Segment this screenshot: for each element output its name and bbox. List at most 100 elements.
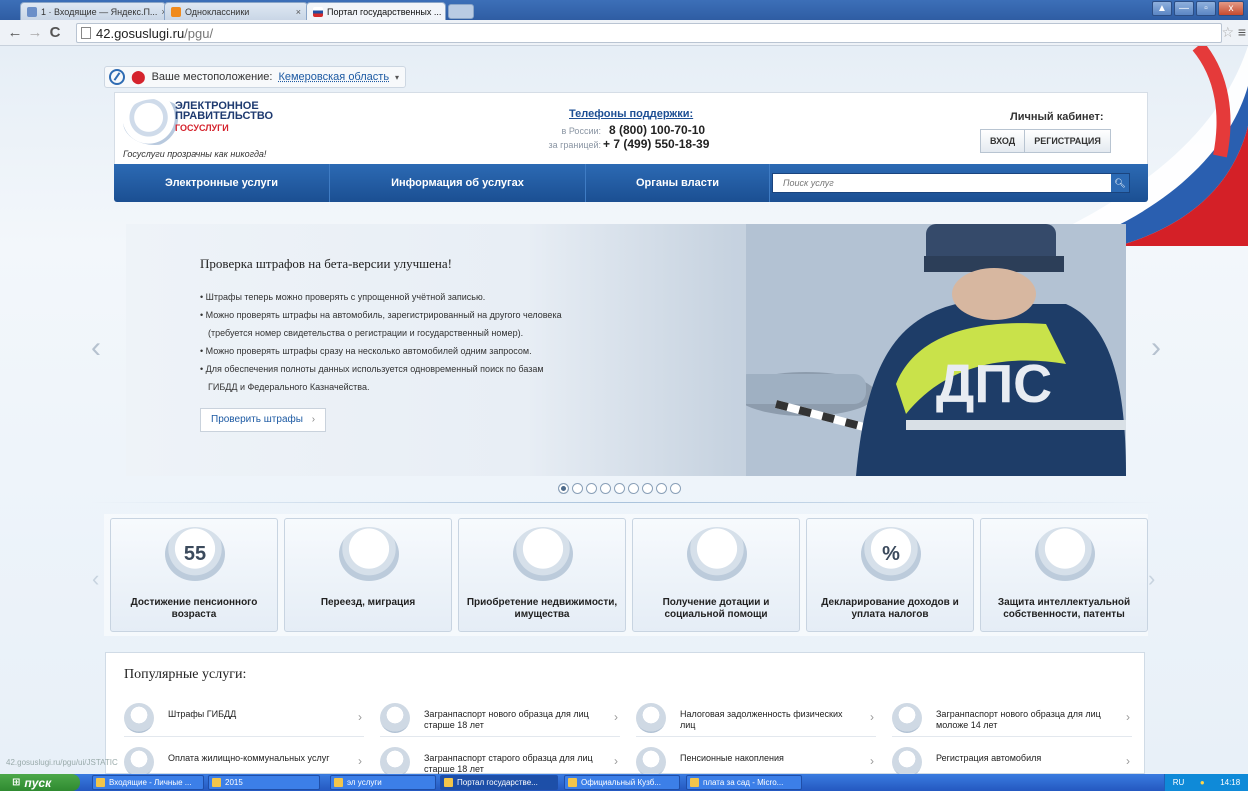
chevron-down-icon[interactable]: ▾ [395, 73, 399, 82]
popular-service-label: Загранпаспорт старого образца для лиц ст… [424, 753, 593, 774]
popular-title: Популярные услуги: [124, 667, 247, 682]
menu-item-electronic-services[interactable]: Электронные услуги [114, 164, 330, 202]
tab-yandex-mail[interactable]: 1 · Входящие — Яндекс.П... × [20, 2, 166, 20]
slider-dot[interactable] [614, 483, 625, 494]
menu-item-authorities[interactable]: Органы власти [586, 164, 770, 202]
taskbar-item-folder-2015[interactable]: 2015 [208, 775, 320, 790]
bullet-item: Штрафы теперь можно проверять с упрощенн… [200, 288, 610, 306]
compass-icon[interactable] [109, 69, 125, 85]
slider-prev-arrow-icon[interactable]: ‹ [86, 331, 106, 365]
reload-icon[interactable]: C [46, 24, 64, 41]
taskbar-item-folder-services[interactable]: эл услуги [330, 775, 436, 790]
bullet-item: Можно проверять штрафы сразу на нескольк… [200, 342, 610, 360]
slider-dot[interactable] [670, 483, 681, 494]
browser-menu-icon[interactable]: ≡ [1238, 24, 1246, 40]
location-pin-icon: ⬤ [131, 69, 146, 84]
cabinet-buttons: ВХОД РЕГИСТРАЦИЯ [980, 129, 1111, 153]
russia-label: в России: [561, 126, 601, 136]
new-tab-button[interactable] [448, 4, 474, 19]
page-viewport: ⬤ Ваше местоположение: Кемеровская облас… [0, 46, 1248, 774]
location-value[interactable]: Кемеровская область [278, 71, 389, 83]
tab-close-icon[interactable]: × [445, 7, 446, 17]
close-window-button[interactable]: x [1218, 1, 1244, 16]
address-bar[interactable]: 42.gosuslugi.ru/pgu/ [76, 23, 1222, 43]
category-icon-text: % [882, 542, 900, 565]
tab-gosuslugi[interactable]: Портал государственных ... × [306, 2, 446, 20]
slider-dot[interactable] [642, 483, 653, 494]
system-tray: RU ● 14:18 [1164, 774, 1248, 791]
category-card[interactable]: Получение дотации и социальной помощи [632, 518, 800, 632]
category-card[interactable]: Защита интеллектуальной собственности, п… [980, 518, 1148, 632]
slider-dot[interactable] [586, 483, 597, 494]
category-label: Приобретение недвижимости, имущества [466, 597, 618, 620]
divider [90, 502, 1160, 503]
clock[interactable]: 14:18 [1220, 778, 1240, 787]
category-card[interactable]: Переезд, миграция [284, 518, 452, 632]
browser-toolbar: ← → C 42.gosuslugi.ru/pgu/ ☆ ≡ [0, 20, 1248, 46]
forward-arrow-icon[interactable]: → [26, 24, 44, 41]
slider-dot[interactable] [572, 483, 583, 494]
taskbar-item-mail[interactable]: Входящие - Личные ... [92, 775, 204, 790]
categories-next-arrow-icon[interactable]: › [1148, 566, 1155, 592]
popular-service-item[interactable]: Загранпаспорт старого образца для лиц ст… [380, 745, 620, 774]
bullet-item: ГИБДД и Федерального Казначейства. [208, 382, 370, 392]
chevron-right-icon: › [358, 754, 362, 768]
popular-service-item[interactable]: Загранпаспорт нового образца для лиц ста… [380, 701, 620, 737]
popular-service-item[interactable]: Налоговая задолженность физических лиц › [636, 701, 876, 737]
location-selector[interactable]: ⬤ Ваше местоположение: Кемеровская облас… [104, 66, 407, 88]
check-fines-button[interactable]: Проверить штрафы › [200, 408, 327, 432]
slider-dot[interactable] [558, 483, 569, 494]
category-label: Защита интеллектуальной собственности, п… [997, 597, 1131, 620]
keys-icon [513, 527, 573, 581]
popular-service-label: Регистрация автомобиля [936, 753, 1042, 763]
popular-service-item[interactable]: Загранпаспорт нового образца для лиц мол… [892, 701, 1132, 737]
logo-line2: ПРАВИТЕЛЬСТВО [175, 110, 274, 122]
network-icon[interactable]: ● [1200, 778, 1205, 787]
slider-next-arrow-icon[interactable]: › [1146, 331, 1166, 365]
location-label: Ваше местоположение: [151, 71, 273, 83]
login-button[interactable]: ВХОД [980, 129, 1026, 153]
start-button[interactable]: ⊞ пуск [0, 774, 80, 791]
russia-phone: 8 (800) 100-70-10 [609, 123, 706, 137]
taskbar-item-kuzbass[interactable]: Официальный Кузб... [564, 775, 680, 790]
slider-dot[interactable] [656, 483, 667, 494]
popular-service-item[interactable]: Регистрация автомобиля › [892, 745, 1132, 774]
categories-prev-arrow-icon[interactable]: ‹ [92, 566, 99, 592]
search-icon[interactable]: 🔍︎ [1111, 174, 1129, 192]
user-icon[interactable]: ▲ [1152, 1, 1172, 16]
menu-item-service-info[interactable]: Информация об услугах [330, 164, 586, 202]
windows-taskbar: ⊞ пуск Входящие - Личные ... 2015 эл усл… [0, 774, 1248, 791]
popular-service-item[interactable]: Пенсионные накопления › [636, 745, 876, 774]
support-phones-link[interactable]: Телефоны поддержки: [569, 108, 693, 120]
chevron-right-icon: › [614, 754, 618, 768]
popular-services: Популярные услуги: Штрафы ГИБДД › Загранпа… [105, 652, 1145, 774]
maximize-button[interactable]: ▫ [1196, 1, 1216, 16]
window-controls: ▲ — ▫ x [1152, 1, 1244, 16]
abroad-label: за границей: [548, 140, 601, 150]
back-arrow-icon[interactable]: ← [6, 24, 24, 41]
cabinet-title: Личный кабинет: [1010, 111, 1104, 123]
popular-service-label: Пенсионные накопления [680, 753, 784, 763]
minimize-button[interactable]: — [1174, 1, 1194, 16]
url-host: 42.gosuslugi.ru [96, 25, 185, 41]
tab-odnoklassniki[interactable]: Одноклассники × [164, 2, 308, 20]
windows-logo-icon: ⊞ [12, 777, 21, 788]
category-card[interactable]: Приобретение недвижимости, имущества [458, 518, 626, 632]
slider-dot[interactable] [600, 483, 611, 494]
popular-service-label: Штрафы ГИБДД [168, 709, 237, 719]
category-card[interactable]: % Декларирование доходов и уплата налогов [806, 518, 974, 632]
bookmark-star-icon[interactable]: ☆ [1221, 24, 1234, 41]
register-button[interactable]: РЕГИСТРАЦИЯ [1025, 129, 1111, 153]
slider-dot[interactable] [628, 483, 639, 494]
mail-icon [27, 6, 37, 17]
language-indicator[interactable]: RU [1173, 778, 1185, 787]
category-card[interactable]: 55 Достижение пенсионного возраста [110, 518, 278, 632]
popular-service-item[interactable]: Оплата жилищно-коммунальных услуг › [124, 745, 364, 774]
tab-close-icon[interactable]: × [296, 7, 301, 17]
taskbar-item-word-doc[interactable]: плата за сад - Micro... [686, 775, 802, 790]
taskbar-item-portal[interactable]: Портал государстве... [440, 775, 558, 790]
category-label: Декларирование доходов и уплата налогов [821, 597, 959, 620]
popular-service-label: Налоговая задолженность физических лиц [680, 709, 843, 730]
search-input[interactable] [773, 174, 1111, 192]
popular-service-item[interactable]: Штрафы ГИБДД › [124, 701, 364, 737]
